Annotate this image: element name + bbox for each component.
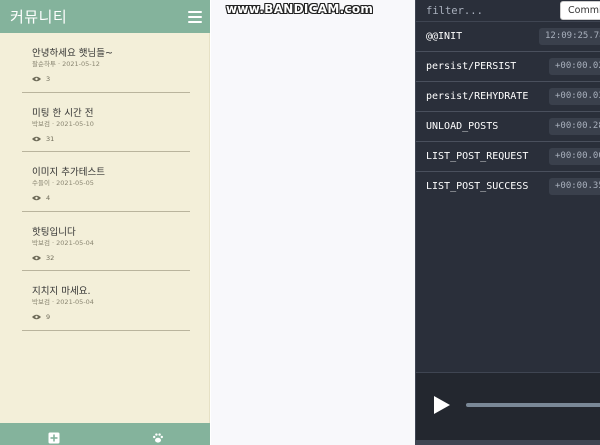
post-author: 박보검 [32,119,50,128]
action-item[interactable]: persist/REHYDRATE +00:00.03 [416,82,600,112]
action-item[interactable]: persist/PERSIST +00:00.02 [416,52,600,82]
action-player [416,372,600,445]
post-meta: 박보검 · 2021-05-04 [32,296,94,306]
timeline-slider[interactable] [466,403,600,407]
toolbar-strip [416,440,600,445]
action-name[interactable]: persist/PERSIST [426,61,516,72]
action-list: @@INIT 12:09:25.78 persist/PERSIST +00:0… [416,22,600,202]
eye-icon [32,76,41,82]
post-title[interactable]: 안녕하세요 햇님들~ [32,45,113,59]
action-name[interactable]: @@INIT [426,31,462,42]
action-time: 12:09:25.78 [539,28,600,45]
action-item[interactable]: LIST_POST_SUCCESS +00:00.35 [416,172,600,202]
hamburger-menu-icon[interactable] [188,10,202,23]
eye-icon [32,195,41,201]
action-time: +00:00.03 [549,88,600,105]
action-time: +00:00.00 [549,148,600,165]
post-date: 2021-05-04 [56,238,94,247]
post-author: 팔순하투 [32,60,56,68]
eye-icon [32,314,41,320]
post-date: 2021-05-05 [56,179,94,187]
post-title[interactable]: 미팅 한 시간 전 [32,105,94,119]
add-post-icon[interactable] [48,432,60,444]
post-item[interactable]: 지치지 마세요. 박보검 · 2021-05-04 9 [22,271,190,331]
post-date: 2021-05-10 [56,119,94,128]
paw-icon[interactable] [152,432,164,444]
action-time: +00:00.02 [549,58,600,75]
view-count: 3 [46,75,51,83]
eye-icon [32,136,41,141]
action-time: +00:00.35 [549,178,600,195]
action-name[interactable]: LIST_POST_SUCCESS [426,181,528,192]
post-item[interactable]: 안녕하세요 햇님들~ 팔순하투 · 2021-05-12 3 [22,33,190,93]
action-item[interactable]: UNLOAD_POSTS +00:00.28 [416,112,600,142]
play-icon[interactable] [432,395,452,415]
action-name[interactable]: persist/REHYDRATE [426,91,528,102]
post-views: 31 [32,135,54,143]
post-date: 2021-05-12 [62,60,100,68]
page-viewport [211,0,415,445]
post-title[interactable]: 핫팅입니다 [32,224,76,238]
redux-devtools-panel: Commit @@INIT 12:09:25.78 persist/PERSIS… [415,0,600,445]
community-app: 커뮤니티 안녕하세요 햇님들~ 팔순하투 · 2021-05-12 3 미팅 한… [0,0,210,445]
filter-bar: Commit [416,0,600,22]
recording-watermark: www.BANDICAM.com [226,2,374,16]
post-item[interactable]: 미팅 한 시간 전 박보검 · 2021-05-10 31 [22,93,190,152]
post-meta: 수들이 · 2021-05-05 [32,177,94,187]
post-meta: 박보검 · 2021-05-10 [32,118,94,128]
action-item[interactable]: @@INIT 12:09:25.78 [416,22,600,52]
post-views: 9 [32,313,50,321]
filter-input[interactable] [426,2,556,19]
view-count: 32 [46,253,55,262]
post-author: 박보검 [32,238,50,247]
bottom-nav [0,423,210,445]
post-views: 32 [32,254,54,262]
post-meta: 박보검 · 2021-05-04 [32,237,94,247]
post-date: 2021-05-04 [56,298,94,306]
post-author: 수들이 [32,179,50,187]
post-list: 안녕하세요 햇님들~ 팔순하투 · 2021-05-12 3 미팅 한 시간 전… [22,33,190,331]
post-views: 4 [32,194,50,202]
app-header: 커뮤니티 [0,0,210,33]
action-time: +00:00.28 [549,118,600,135]
post-item[interactable]: 이미지 추가테스트 수들이 · 2021-05-05 4 [22,152,190,212]
post-title[interactable]: 지치지 마세요. [32,283,90,297]
post-author: 박보검 [32,298,50,306]
action-name[interactable]: UNLOAD_POSTS [426,121,498,132]
action-item[interactable]: LIST_POST_REQUEST +00:00.00 [416,142,600,172]
commit-button[interactable]: Commit [560,1,600,20]
view-count: 9 [46,313,51,321]
eye-icon [32,255,41,260]
action-name[interactable]: LIST_POST_REQUEST [426,151,528,162]
post-item[interactable]: 핫팅입니다 박보검 · 2021-05-04 32 [22,212,190,271]
post-title[interactable]: 이미지 추가테스트 [32,164,105,178]
view-count: 31 [46,134,55,143]
view-count: 4 [46,194,51,202]
app-title: 커뮤니티 [10,8,68,26]
post-meta: 팔순하투 · 2021-05-12 [32,58,100,68]
post-views: 3 [32,75,50,83]
